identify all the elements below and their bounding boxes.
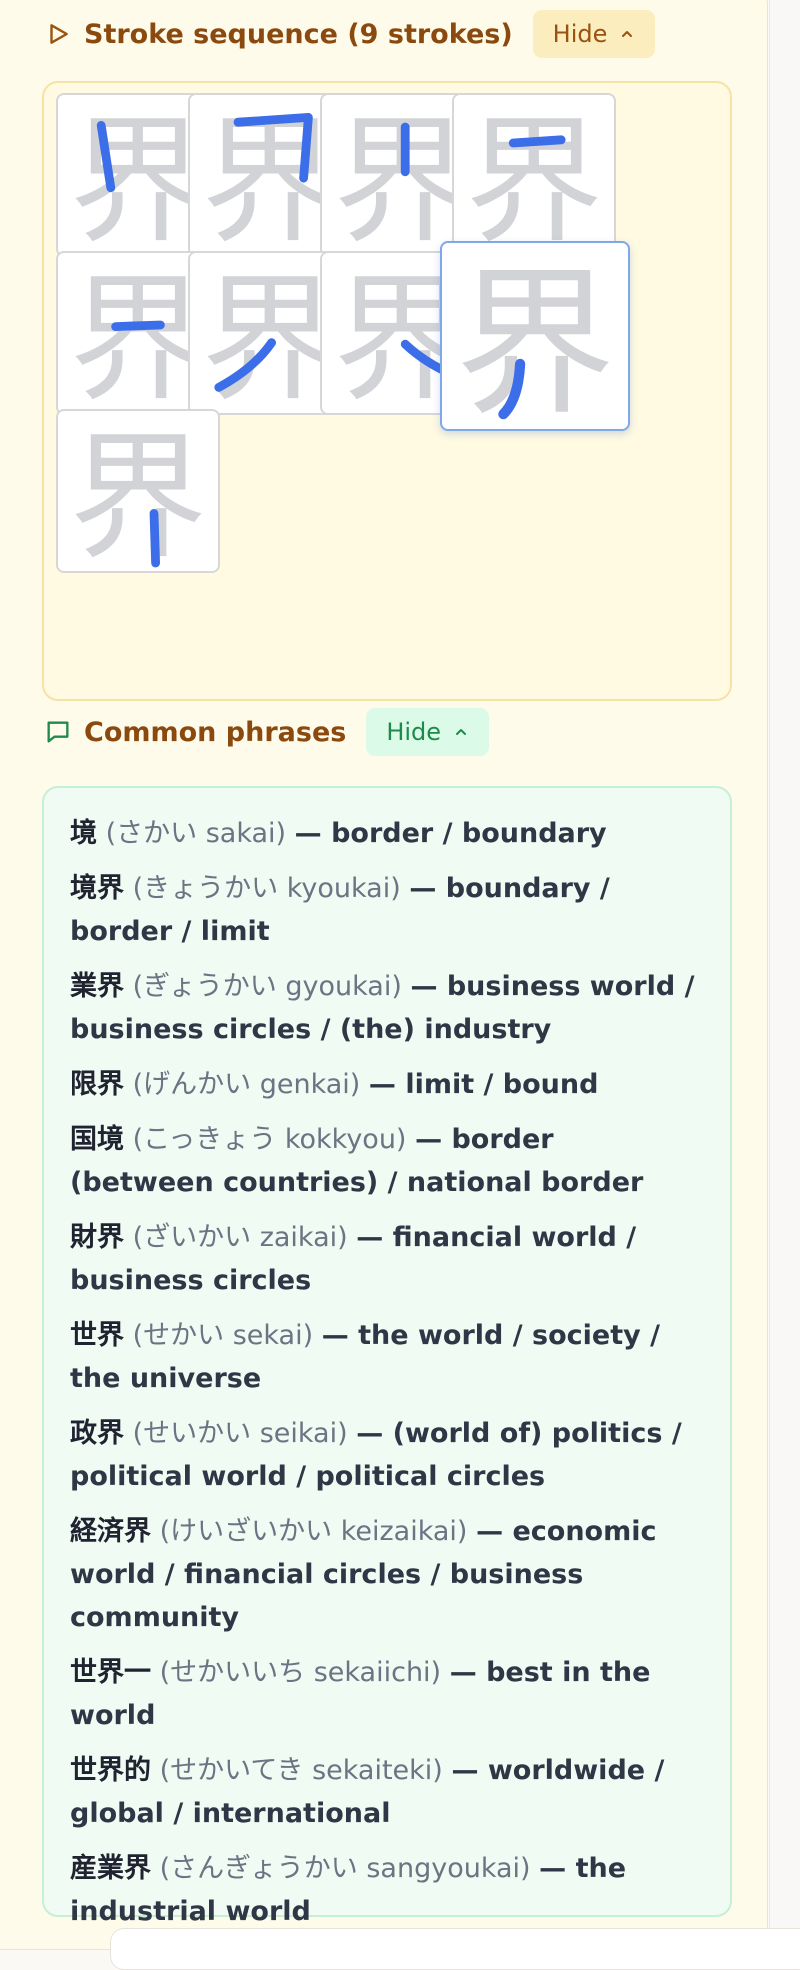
phrase-meaning: — limit / bound xyxy=(368,1069,599,1100)
phrase-item: 限界 (げんかい genkai) — limit / bound xyxy=(70,1063,706,1106)
character-glyph: 界 xyxy=(69,260,207,413)
phrase-reading: (せかい sekai) xyxy=(132,1320,314,1351)
phrase-reading: (げんかい genkai) xyxy=(132,1069,361,1100)
stroke-tile-4[interactable]: 界 xyxy=(452,93,616,257)
phrases-list: 境 (さかい sakai) — border / boundary 境界 (きょう… xyxy=(42,786,732,1927)
chevron-up-icon xyxy=(622,31,633,37)
phrase-word: 世界一 xyxy=(70,1657,151,1688)
next-card-edge xyxy=(110,1928,800,1970)
phrase-word: 政界 xyxy=(70,1418,124,1449)
phrase-reading: (さかい sakai) xyxy=(105,818,287,849)
stroke-sequence-header: Stroke sequence (9 strokes) Hide xyxy=(44,9,656,59)
character-glyph: 界 xyxy=(201,102,339,255)
highlighted-stroke xyxy=(149,509,161,568)
phrase-item: 世界的 (せかいてき sekaiteki) — worldwide / glob… xyxy=(70,1749,706,1835)
common-phrases-header: Common phrases Hide xyxy=(44,707,490,757)
phrase-word: 国境 xyxy=(70,1124,124,1155)
phrase-item: 境 (さかい sakai) — border / boundary xyxy=(70,812,706,855)
phrase-word: 産業界 xyxy=(70,1853,151,1884)
character-glyph: 界 xyxy=(455,251,615,429)
hide-strokes-button[interactable]: Hide xyxy=(532,10,656,58)
play-icon xyxy=(44,20,72,48)
phrase-item: 政界 (せいかい seikai) — (world of) politics /… xyxy=(70,1412,706,1498)
phrase-item: 財界 (ざいかい zaikai) — financial world / bus… xyxy=(70,1216,706,1302)
phrase-reading: (ざいかい zaikai) xyxy=(132,1222,348,1253)
stroke-grid: 界界界界界界界界界 xyxy=(42,81,732,701)
stroke-diagram: 界 xyxy=(455,251,615,429)
phrase-item: 経済界 (けいざいかい keizaikai) — economic world … xyxy=(70,1510,706,1639)
chat-bubble-icon xyxy=(44,718,72,746)
phrase-item: 世界一 (せかいいち sekaiichi) — best in the worl… xyxy=(70,1651,706,1737)
phrase-word: 経済界 xyxy=(70,1516,151,1547)
hide-strokes-label: Hide xyxy=(552,20,608,48)
phrase-item: 境界 (きょうかい kyoukai) — boundary / border /… xyxy=(70,867,706,953)
stroke-diagram: 界 xyxy=(69,418,207,571)
right-panel xyxy=(769,0,800,1939)
phrase-word: 財界 xyxy=(70,1222,124,1253)
stroke-tile-8[interactable]: 界 xyxy=(440,241,630,431)
phrase-reading: (せかいてき sekaiteki) xyxy=(159,1755,443,1786)
phrase-reading: (けいざいかい keizaikai) xyxy=(159,1516,468,1547)
phrase-word: 境界 xyxy=(70,873,124,904)
highlighted-stroke xyxy=(111,320,165,331)
phrase-word: 業界 xyxy=(70,971,124,1002)
common-phrases-title: Common phrases xyxy=(84,716,347,748)
phrase-word: 境 xyxy=(70,818,97,849)
character-glyph: 界 xyxy=(465,102,603,255)
character-glyph: 界 xyxy=(69,102,207,255)
stroke-diagram: 界 xyxy=(465,102,603,255)
phrase-word: 世界 xyxy=(70,1320,124,1351)
phrase-reading: (さんぎょうかい sangyoukai) xyxy=(159,1853,531,1884)
phrase-word: 世界的 xyxy=(70,1755,151,1786)
phrase-reading: (きょうかい kyoukai) xyxy=(132,873,401,904)
phrase-item: 産業界 (さんぎょうかい sangyoukai) — the industria… xyxy=(70,1847,706,1933)
phrase-reading: (ぎょうかい gyoukai) xyxy=(132,971,402,1002)
phrase-item: 業界 (ぎょうかい gyoukai) — business world / bu… xyxy=(70,965,706,1051)
hide-phrases-label: Hide xyxy=(386,718,442,746)
phrase-item: 国境 (こっきょう kokkyou) — border (between cou… xyxy=(70,1118,706,1204)
phrase-item: 世界 (せかい sekai) — the world / society / t… xyxy=(70,1314,706,1400)
phrase-meaning: — border / boundary xyxy=(294,818,607,849)
phrase-reading: (こっきょう kokkyou) xyxy=(132,1124,407,1155)
phrase-reading: (せいかい seikai) xyxy=(132,1418,348,1449)
phrase-word: 限界 xyxy=(70,1069,124,1100)
hide-phrases-button[interactable]: Hide xyxy=(366,708,490,756)
chevron-up-icon xyxy=(456,729,467,735)
phrase-reading: (せかいいち sekaiichi) xyxy=(159,1657,442,1688)
character-glyph: 界 xyxy=(69,418,207,571)
stroke-sequence-title: Stroke sequence (9 strokes) xyxy=(84,18,513,50)
highlighted-stroke xyxy=(508,135,566,148)
stroke-tile-9[interactable]: 界 xyxy=(56,409,220,573)
